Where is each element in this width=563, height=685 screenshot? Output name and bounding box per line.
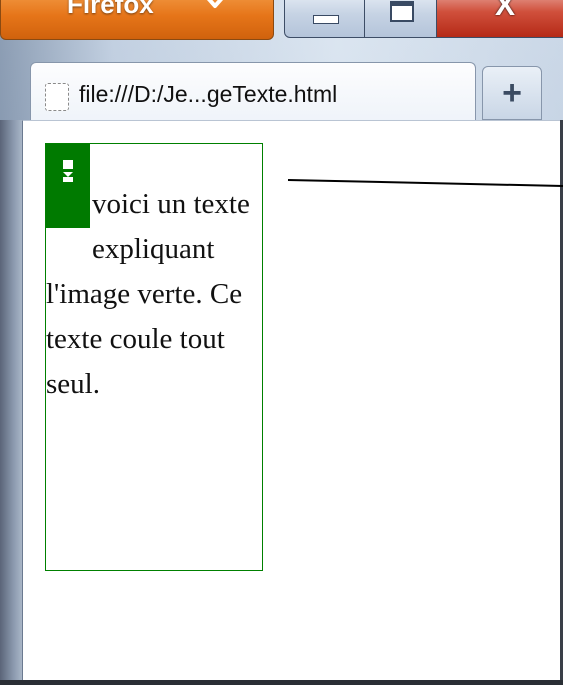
- minimize-button[interactable]: [284, 0, 366, 38]
- plus-icon: +: [502, 74, 522, 112]
- text-container: voici un texte expliquant l'image verte.…: [45, 143, 263, 571]
- browser-window: Firefox X file:///D:/Je...geTexte.html +: [0, 0, 563, 685]
- window-left-border: [0, 120, 22, 685]
- minimize-icon: [313, 15, 339, 24]
- page-viewport: voici un texte expliquant l'image verte.…: [22, 120, 561, 681]
- firefox-menu-label: Firefox: [67, 0, 154, 19]
- tab-active[interactable]: file:///D:/Je...geTexte.html: [30, 62, 476, 125]
- new-tab-button[interactable]: +: [482, 66, 542, 120]
- maximize-button[interactable]: [364, 0, 438, 38]
- close-icon: X: [495, 0, 516, 22]
- window-caption-buttons: X: [284, 0, 563, 38]
- tab-title: file:///D:/Je...geTexte.html: [79, 81, 338, 107]
- window-bottom-border: [0, 680, 563, 685]
- chevron-down-icon: [206, 0, 224, 8]
- maximize-icon: [390, 1, 414, 22]
- page-icon: [45, 83, 69, 111]
- green-image: [46, 144, 90, 228]
- broken-image-icon: [63, 160, 73, 182]
- firefox-menu-button[interactable]: Firefox: [0, 0, 274, 40]
- close-button[interactable]: X: [436, 0, 563, 38]
